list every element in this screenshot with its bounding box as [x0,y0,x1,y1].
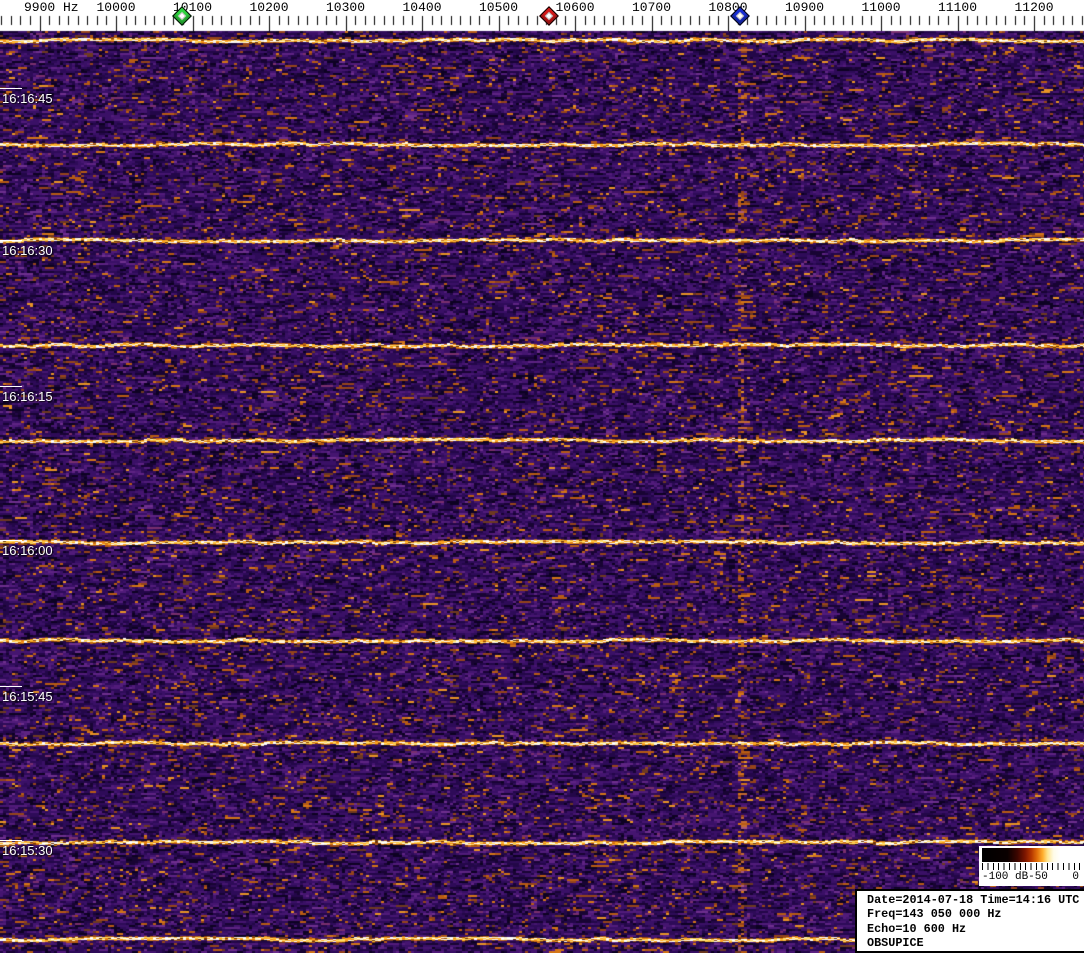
waterfall-spectrogram [0,0,1084,953]
freq-tick-label: 10400 [402,0,442,15]
freq-tick-label: 9900 Hz [24,0,79,15]
time-tick-label: 16:16:15 [2,389,53,404]
time-tick-label: 16:16:45 [2,91,53,106]
freq-tick-label: 10200 [249,0,289,15]
freq-tick-label: 11000 [861,0,901,15]
spectrogram-window: 9900 Hz 10000 10100 10200 10300 10400 10500 106… [0,0,1084,953]
freq-tick-label: 11100 [937,0,978,15]
freq-tick-label: 10900 [784,0,825,15]
info-line-frequency: Freq=143 050 000 Hz [867,907,1002,922]
blue-marker-dot [735,11,745,21]
legend-labels: -100 dB -50 0 [982,871,1080,884]
legend-tick-marks [982,863,1080,870]
freq-tick-label: 10500 [478,0,519,15]
info-line-station: OBSUPICE [867,935,924,950]
time-tick-mark [0,240,22,241]
legend-min-label: -100 dB [982,871,1029,883]
info-line-date: Date=2014-07-18 Time=14:16 UTC [867,893,1080,907]
db-color-scale: -100 dB -50 0 [979,846,1084,886]
status-info-box: Date=2014-07-18 Time=14:16 UTC Freq=143 … [855,889,1084,953]
green-marker-dot [177,11,186,21]
legend-mid-label: -50 [1028,871,1048,883]
time-tick-mark [0,540,22,541]
time-tick-mark [0,386,22,387]
time-tick-label: 16:16:00 [2,543,53,558]
freq-tick-label: 10300 [325,0,366,15]
time-tick-mark [0,88,22,89]
freq-tick-label: 10000 [96,0,136,15]
color-gradient-bar [982,848,1080,862]
time-tick-label: 16:15:30 [2,843,53,858]
freq-tick-label: 10600 [555,0,595,15]
time-tick-label: 16:15:45 [2,689,53,704]
freq-tick-label: 11200 [1014,0,1054,15]
time-tick-mark [0,840,22,841]
time-tick-label: 16:16:30 [2,243,53,258]
red-marker-dot [544,11,553,21]
freq-tick-label: 10700 [631,0,672,15]
legend-max-label: 0 [1072,871,1079,883]
time-tick-mark [0,686,22,687]
info-line-echo: Echo=10 600 Hz [867,921,967,936]
